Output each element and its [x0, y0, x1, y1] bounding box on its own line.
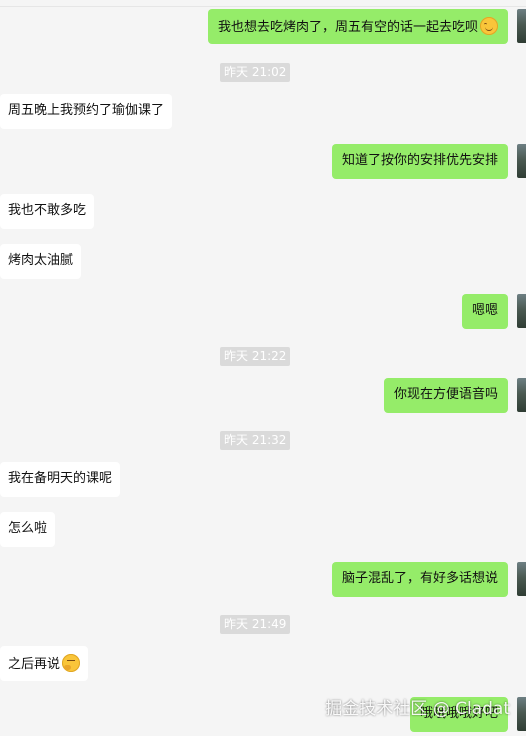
timestamp: 昨天 21:49: [220, 615, 291, 634]
message-text: 脑子混乱了，有好多话想说: [341, 571, 498, 586]
message-sent[interactable]: 嗯嗯: [461, 294, 508, 329]
message-text: 我在备明天的课呢: [8, 471, 113, 486]
top-divider: [0, 6, 526, 7]
own-avatar[interactable]: [517, 562, 526, 596]
own-avatar[interactable]: [517, 9, 526, 43]
watermark: 掘金技术社区 @ Cladat: [325, 699, 510, 719]
message-received[interactable]: 怎么啦: [0, 512, 56, 547]
own-avatar[interactable]: [517, 378, 526, 412]
message-text: 烤肉太油腻: [8, 253, 74, 268]
timestamp: 昨天 21:22: [220, 347, 291, 366]
message-text: 知道了按你的安排优先安排: [341, 153, 498, 168]
own-avatar[interactable]: [517, 697, 526, 731]
message-received[interactable]: 我也不敢多吃: [0, 194, 95, 229]
message-sent[interactable]: 知道了按你的安排优先安排: [331, 144, 508, 179]
timestamp: 昨天 21:32: [220, 431, 291, 450]
message-sent[interactable]: 你现在方便语音吗: [383, 378, 508, 413]
timestamp: 昨天 21:02: [220, 63, 291, 82]
own-avatar[interactable]: [517, 144, 526, 178]
message-text: 我也不敢多吃: [8, 203, 87, 218]
smile-emoji-icon: [480, 17, 498, 35]
message-text: 怎么啦: [8, 521, 48, 536]
message-received[interactable]: 周五晚上我预约了瑜伽课了: [0, 94, 173, 129]
message-received[interactable]: 烤肉太油腻: [0, 244, 82, 279]
message-text: 周五晚上我预约了瑜伽课了: [8, 103, 165, 118]
message-sent[interactable]: 我也想去吃烤肉了，周五有空的话一起去吃呗: [207, 9, 508, 44]
message-text: 你现在方便语音吗: [393, 387, 498, 402]
message-text: 之后再说: [8, 657, 61, 672]
thinking-emoji-icon: [62, 654, 81, 672]
message-received[interactable]: 之后再说: [0, 646, 89, 681]
message-received[interactable]: 我在备明天的课呢: [0, 462, 121, 497]
own-avatar[interactable]: [517, 294, 526, 328]
message-sent[interactable]: 脑子混乱了，有好多话想说: [331, 562, 508, 597]
message-text: 我也想去吃烤肉了，周五有空的话一起去吃呗: [217, 20, 478, 35]
message-text: 嗯嗯: [471, 303, 498, 318]
